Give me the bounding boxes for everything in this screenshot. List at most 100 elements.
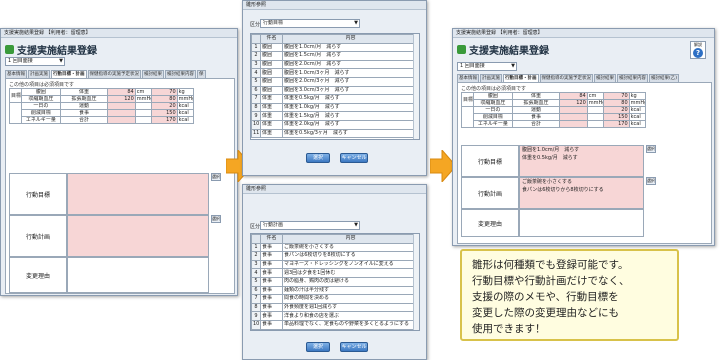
template-select-button[interactable]: 選択 bbox=[646, 177, 656, 185]
list-row[interactable]: 1 腹囲 腹囲を1.0cm/月 減らす bbox=[251, 42, 419, 53]
list-row[interactable]: 1 食事 ご飯茶碗を小さくする bbox=[251, 242, 419, 253]
row-content: 体重を1.0kg/月 減らす bbox=[282, 102, 419, 113]
goal-value-field[interactable]: 20 bbox=[603, 106, 630, 114]
bottom-list-scrollbar[interactable] bbox=[413, 234, 419, 330]
list-row[interactable]: 5 食事 肉の脂身、鶏肉の皮は避ける bbox=[251, 276, 419, 287]
right-required-note: この他の項目は必須項目です bbox=[461, 86, 527, 92]
goal-value-field[interactable] bbox=[106, 102, 136, 110]
template-select-button[interactable]: 選択 bbox=[211, 173, 221, 181]
field-textarea[interactable] bbox=[519, 209, 644, 237]
goal-value-field[interactable]: 170 bbox=[603, 120, 630, 128]
top-filter-combo[interactable]: 行動目標 ▼ bbox=[260, 19, 360, 28]
goal-unit bbox=[586, 106, 605, 114]
top-select-button[interactable]: 選択 bbox=[306, 153, 330, 163]
row-number: 6 bbox=[251, 285, 261, 296]
goal-value-field[interactable]: 80 bbox=[151, 95, 178, 103]
goal-unit: kg bbox=[628, 92, 647, 100]
goal-value-field[interactable]: 20 bbox=[151, 102, 178, 110]
goal-value-field[interactable] bbox=[558, 106, 588, 114]
goal-unit: mmHg bbox=[586, 99, 605, 107]
field-textarea[interactable] bbox=[67, 257, 209, 293]
list-row[interactable]: 6 腹囲 腹囲を3.0cm/3ヶ月 減らす bbox=[251, 85, 419, 96]
list-row[interactable]: 2 腹囲 腹囲を1.5cm/月 減らす bbox=[251, 51, 419, 61]
bottom-filter-combo[interactable]: 行動計画 ▼ bbox=[260, 221, 360, 230]
row-title: 食事 bbox=[260, 294, 283, 304]
row-title: 体重 bbox=[260, 94, 283, 104]
bottom-select-button[interactable]: 選択 bbox=[306, 342, 330, 352]
row-title: 食事 bbox=[260, 251, 283, 261]
field-label: 変更理由 bbox=[461, 209, 519, 237]
top-template-dialog: 雛形参照 区分 行動目標 ▼ 件名 内容 1 腹囲 腹囲を1.0cm/月 減らす 2 腹囲 腹囲… bbox=[242, 0, 427, 176]
list-row[interactable]: 8 体重 体重を1.0kg/月 減らす bbox=[251, 102, 419, 113]
list-row[interactable]: 9 食事 洋食より和食の店を選ぶ bbox=[251, 311, 419, 321]
row-title: 食事 bbox=[260, 259, 283, 270]
bottom-filter-value: 行動計画 bbox=[263, 222, 284, 228]
row-content: ご飯茶碗を小さくする bbox=[282, 242, 419, 253]
right-visit-combo[interactable]: 1 回目面接 ▼ bbox=[457, 62, 517, 71]
field-textarea[interactable]: 腹囲を1.0cm/月 減らす 体重を0.5kg/月 減らす bbox=[519, 145, 644, 177]
list-row[interactable]: 3 食事 マヨネーズ・ドレッシングをノンオイルに変える bbox=[251, 259, 419, 270]
goal-value-field[interactable]: 150 bbox=[603, 113, 630, 121]
goal-unit bbox=[586, 113, 605, 121]
left-visit-combo[interactable]: 1 回目面接 ▼ bbox=[5, 57, 65, 66]
goal-value-field[interactable]: 70 bbox=[603, 92, 630, 100]
bottom-template-list[interactable]: 件名 内容 1 食事 ご飯茶碗を小さくする 2 食事 食パンは6枚切りを8枚切にする 3 食事 マヨ… bbox=[250, 233, 420, 331]
row-number: 7 bbox=[251, 294, 261, 304]
goal-value-field[interactable]: 80 bbox=[603, 99, 630, 107]
goal-unit: kcal bbox=[628, 106, 647, 114]
goal-value-field[interactable]: 170 bbox=[151, 116, 178, 124]
help-button[interactable]: 解説 ? bbox=[690, 41, 706, 59]
goal-value-field[interactable] bbox=[558, 113, 588, 121]
list-header-num bbox=[251, 234, 261, 244]
top-list-scrollbar[interactable] bbox=[413, 34, 419, 139]
list-row[interactable]: 4 腹囲 腹囲を1.0cm/3ヶ月 減らす bbox=[251, 68, 419, 78]
row-content: 体重を0.5kg/3ヶ月 減らす bbox=[282, 128, 419, 139]
goal-sub-label: 運動 bbox=[512, 106, 560, 114]
field-label: 行動目標 bbox=[9, 173, 67, 215]
row-number: 7 bbox=[251, 94, 261, 104]
top-cancel-button[interactable]: キャンセル bbox=[340, 153, 368, 163]
goal-value-field[interactable] bbox=[106, 109, 136, 117]
goal-unit: mmHg bbox=[628, 99, 647, 107]
field-textarea[interactable] bbox=[67, 215, 209, 257]
row-number: 2 bbox=[251, 251, 261, 261]
goal-unit: kcal bbox=[176, 102, 195, 110]
goal-unit bbox=[134, 116, 153, 124]
goal-value-field[interactable]: 70 bbox=[151, 88, 178, 96]
row-number: 4 bbox=[251, 268, 261, 278]
right-visit-combo-value: 1 回目面接 bbox=[460, 63, 485, 69]
list-row[interactable]: 7 食事 間食の時間を決める bbox=[251, 294, 419, 304]
list-row[interactable]: 2 食事 食パンは6枚切りを8枚切にする bbox=[251, 251, 419, 261]
list-row[interactable]: 8 食事 外食頻度を週1回減らす bbox=[251, 302, 419, 313]
goal-item-label: 腹囲 bbox=[20, 88, 62, 96]
goal-row: 目標 腹囲 体重 84 cm 70 kg bbox=[9, 88, 195, 103]
goal-sub-label: 運動 bbox=[60, 102, 108, 110]
goal-value-field[interactable]: 84 bbox=[558, 92, 588, 100]
row-content: 腹囲を2.0cm/月 減らす bbox=[282, 59, 419, 70]
list-row[interactable]: 11 体重 体重を0.5kg/3ヶ月 減らす bbox=[251, 128, 419, 139]
list-row[interactable]: 7 体重 体重を0.5kg/月 減らす bbox=[251, 94, 419, 104]
bottom-cancel-button[interactable]: キャンセル bbox=[340, 342, 368, 352]
template-select-button[interactable]: 選択 bbox=[646, 145, 656, 153]
top-template-list[interactable]: 件名 内容 1 腹囲 腹囲を1.0cm/月 減らす 2 腹囲 腹囲を1.5cm/月 減らす 3 腹… bbox=[250, 33, 420, 140]
goal-value-field[interactable]: 120 bbox=[558, 99, 588, 107]
goal-item-label: エネルギー量 bbox=[472, 120, 514, 128]
goal-value-field[interactable] bbox=[106, 116, 136, 124]
goal-value-field[interactable]: 84 bbox=[106, 88, 136, 96]
list-row[interactable]: 4 食事 週3回は夕食を1回休む bbox=[251, 268, 419, 278]
goal-value-field[interactable] bbox=[558, 120, 588, 128]
list-row[interactable]: 3 腹囲 腹囲を2.0cm/月 減らす bbox=[251, 59, 419, 70]
field-textarea[interactable]: ご飯茶碗を小さくする 食パンは6枚切りから8枚切りにする bbox=[519, 177, 644, 209]
goal-value-field[interactable]: 150 bbox=[151, 109, 178, 117]
list-header-num bbox=[251, 34, 261, 44]
field-textarea[interactable] bbox=[67, 173, 209, 215]
list-row[interactable]: 9 体重 体重を1.5kg/月 減らす bbox=[251, 111, 419, 121]
list-row[interactable]: 10 体重 体重を2.0kg/月 減らす bbox=[251, 119, 419, 130]
right-tab-panel: この他の項目は必須項目です 目標 腹囲 体重 84 cm 70 kg 収縮期血圧 拡張期血圧 12… bbox=[457, 82, 712, 244]
list-row[interactable]: 5 腹囲 腹囲を2.0cm/3ヶ月 減らす bbox=[251, 76, 419, 87]
list-row[interactable]: 10 食事 単品料理でなく、定食ものや野菜を多くとるようにする bbox=[251, 319, 419, 330]
list-row[interactable]: 6 食事 麺類の汁は半分残す bbox=[251, 285, 419, 296]
goal-value-field[interactable]: 120 bbox=[106, 95, 136, 103]
goal-group-label: 目標 bbox=[9, 88, 22, 103]
template-select-button[interactable]: 選択 bbox=[211, 215, 221, 223]
